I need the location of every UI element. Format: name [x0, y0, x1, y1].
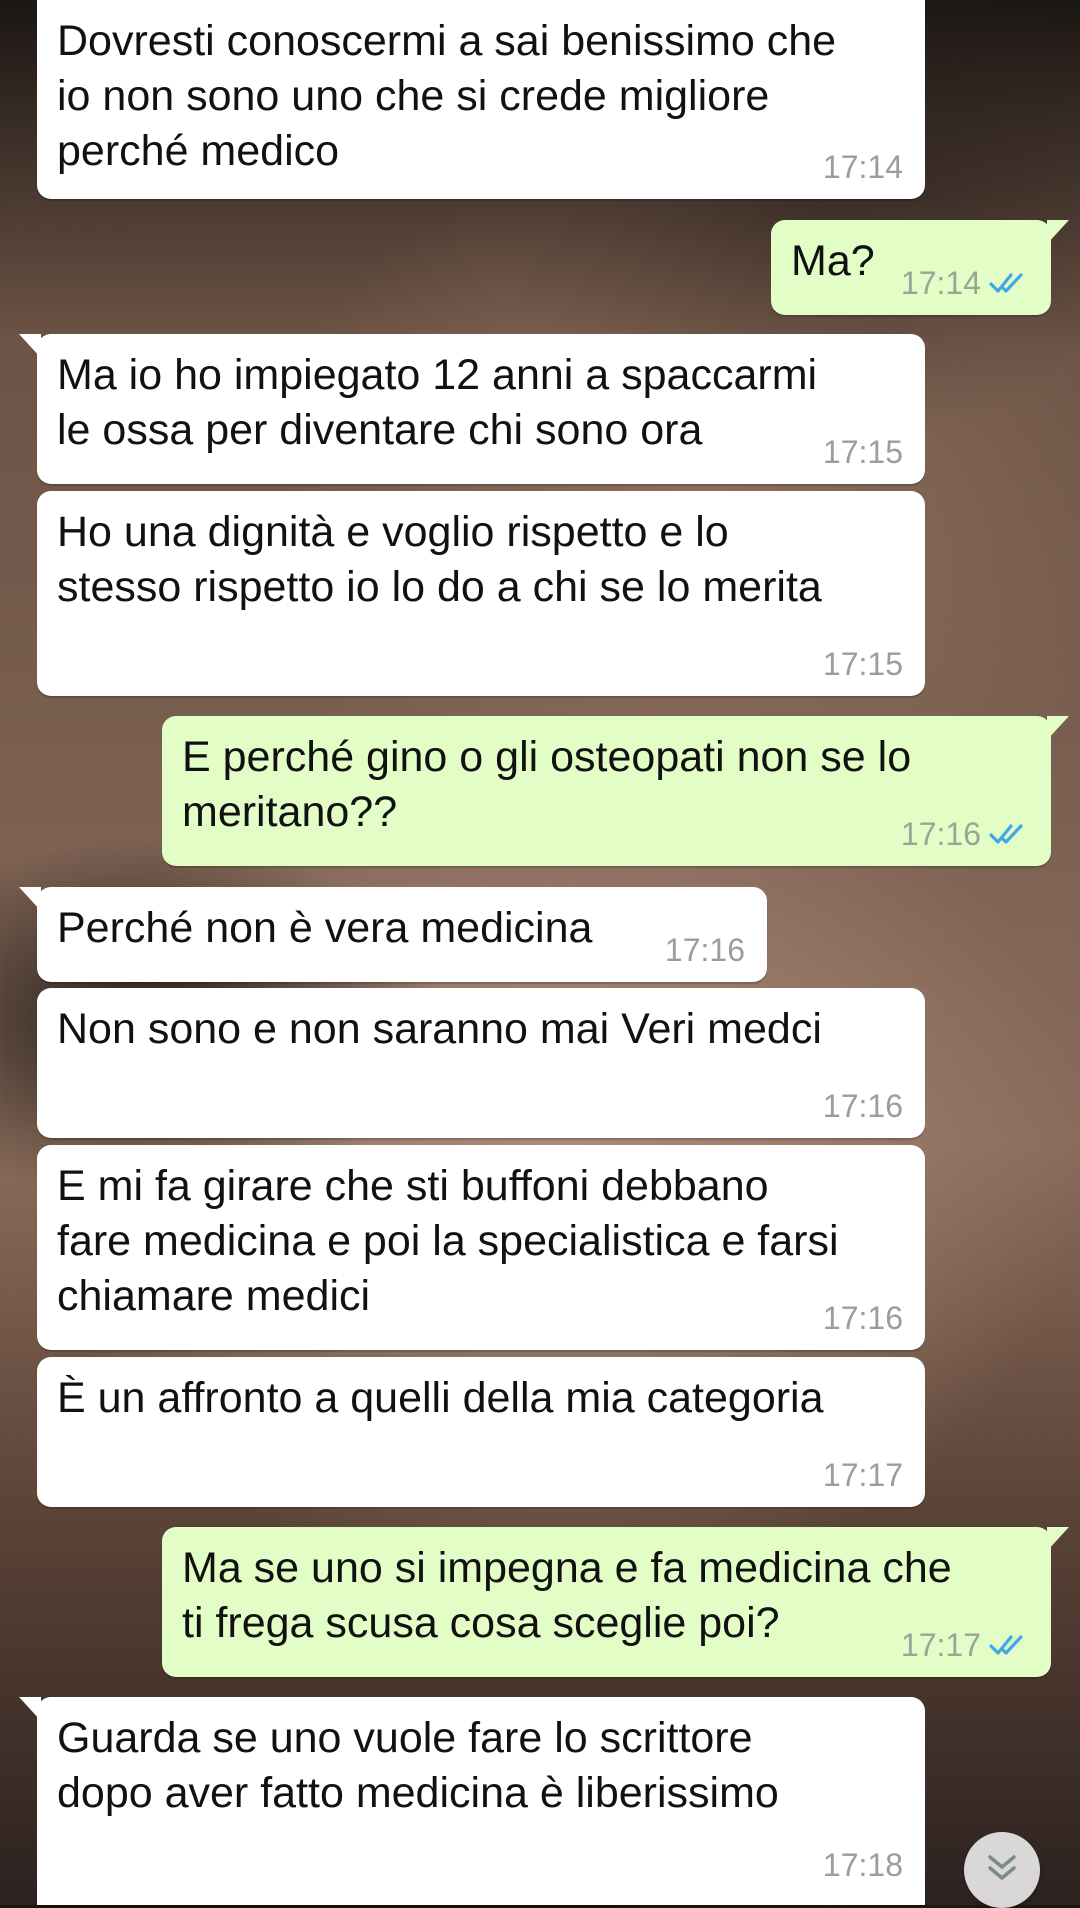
message-meta: 17:15 — [823, 434, 903, 470]
message-bubble-incoming[interactable]: E mi fa girare che sti buffoni debbano f… — [37, 1145, 925, 1350]
message-bubble-incoming[interactable]: Dovresti conoscermi a sai benissimo che … — [37, 0, 925, 199]
message-meta: 17:16 — [823, 1300, 903, 1336]
message-time: 17:16 — [664, 932, 745, 968]
message-text: Guarda se uno vuole fare lo scrittore do… — [57, 1714, 779, 1817]
double-check-read-icon — [989, 822, 1029, 846]
message-meta: 17:16 — [823, 1088, 903, 1124]
message-text: Non sono e non saranno mai Veri medci — [57, 1005, 822, 1053]
message-bubble-outgoing[interactable]: E perché gino o gli osteopati non se lo … — [162, 716, 1069, 866]
message-meta: 17:16 — [665, 932, 745, 968]
message-text: E mi fa girare che sti buffoni debbano f… — [57, 1162, 839, 1320]
chat-history[interactable]: Dovresti conoscermi a sai benissimo che … — [0, 0, 1080, 1908]
message-bubble-incoming[interactable]: Guarda se uno vuole fare lo scrittore do… — [19, 1697, 925, 1905]
message-meta: 17:17 — [823, 1457, 903, 1493]
message-text: È un affronto a quelli della mia categor… — [57, 1374, 824, 1422]
message-bubble-incoming[interactable]: È un affronto a quelli della mia categor… — [37, 1357, 925, 1507]
message-meta: 17:14 — [823, 149, 903, 185]
message-time: 17:18 — [822, 1847, 903, 1883]
message-time: 17:15 — [822, 646, 903, 682]
message-time: 17:17 — [822, 1457, 903, 1493]
bubble-tail — [19, 1697, 41, 1721]
scroll-to-bottom-button[interactable] — [964, 1832, 1040, 1908]
double-check-read-icon — [989, 271, 1029, 295]
message-meta: 17:18 — [823, 1847, 903, 1883]
message-text: Ma io ho impiegato 12 anni a spaccarmi l… — [57, 351, 818, 454]
message-meta: 17:15 — [823, 646, 903, 682]
message-meta: 17:17 — [901, 1627, 1029, 1663]
message-text: Perché non è vera medicina — [57, 904, 593, 952]
bubble-tail — [1047, 1527, 1069, 1551]
message-bubble-incoming[interactable]: Perché non è vera medicina 17:16 — [19, 887, 767, 982]
message-time: 17:16 — [900, 816, 981, 852]
message-time: 17:16 — [822, 1300, 903, 1336]
message-text: Ho una dignità e voglio rispetto e lo st… — [57, 508, 822, 611]
message-time: 17:14 — [900, 265, 981, 301]
double-chevron-down-icon — [984, 1853, 1020, 1888]
message-time: 17:17 — [900, 1627, 981, 1663]
message-time: 17:14 — [822, 149, 903, 185]
bubble-tail — [1047, 716, 1069, 740]
double-check-read-icon — [989, 1633, 1029, 1657]
bubble-tail — [19, 887, 41, 911]
message-time: 17:16 — [822, 1088, 903, 1124]
message-bubble-incoming[interactable]: Ma io ho impiegato 12 anni a spaccarmi l… — [19, 334, 925, 484]
message-meta: 17:16 — [901, 816, 1029, 852]
message-time: 17:15 — [822, 434, 903, 470]
message-text: Dovresti conoscermi a sai benissimo che … — [57, 17, 837, 175]
message-bubble-outgoing[interactable]: Ma se uno si impegna e fa medicina che t… — [162, 1527, 1069, 1677]
bubble-tail — [1047, 220, 1069, 244]
message-meta: 17:14 — [901, 265, 1029, 301]
message-bubble-incoming[interactable]: Ho una dignità e voglio rispetto e lo st… — [37, 491, 925, 696]
bubble-tail — [19, 334, 41, 358]
message-bubble-outgoing[interactable]: Ma? 17:14 — [771, 220, 1069, 315]
message-bubble-incoming[interactable]: Non sono e non saranno mai Veri medci 17… — [37, 988, 925, 1138]
